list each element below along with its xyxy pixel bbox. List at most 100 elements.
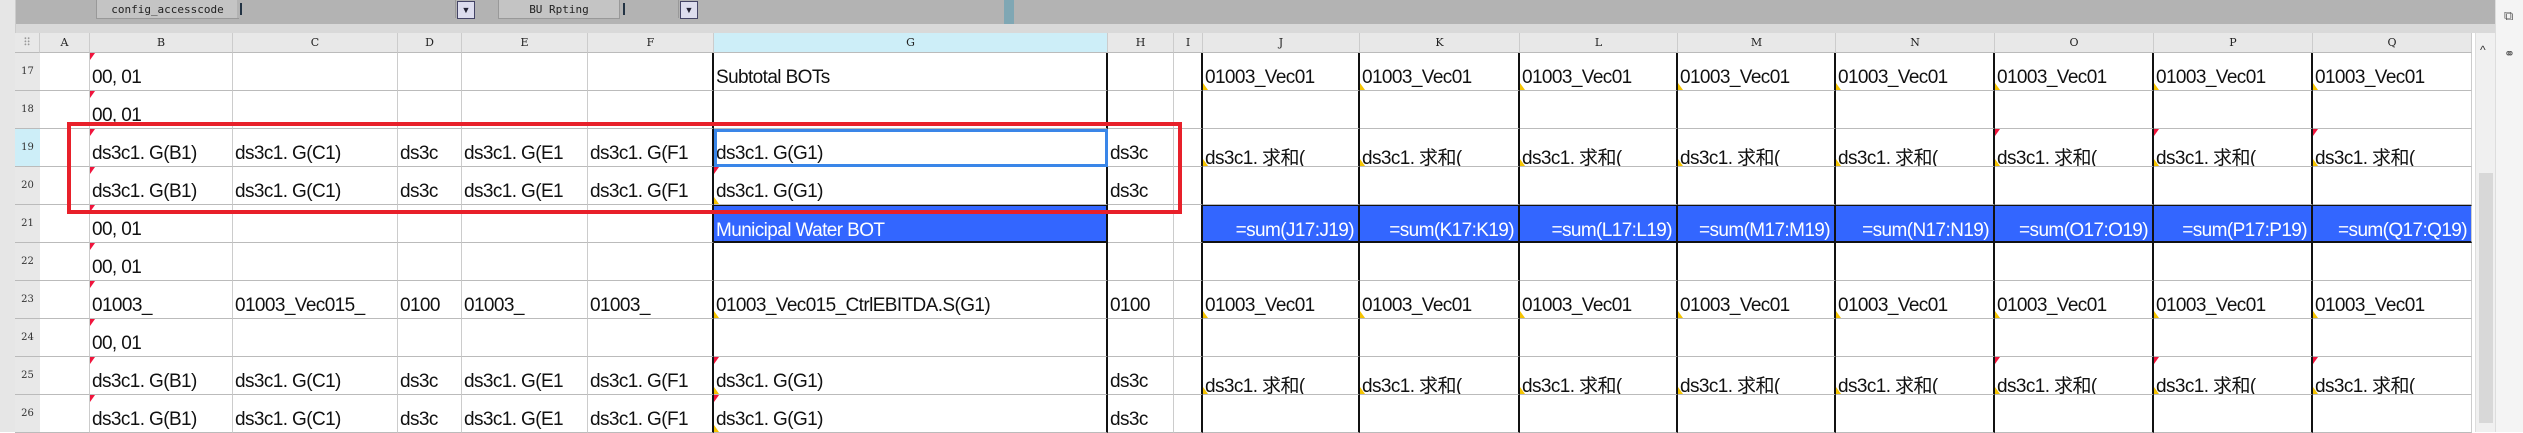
column-header-e[interactable]: E: [462, 33, 588, 53]
bu-rpting-dropdown-icon[interactable]: ▼: [680, 1, 698, 19]
cell-p17[interactable]: 01003_Vec01: [2154, 53, 2313, 91]
cell-f17[interactable]: [588, 53, 714, 91]
cell-l24[interactable]: [1520, 319, 1678, 357]
column-header-i[interactable]: I: [1174, 33, 1203, 53]
cell-d17[interactable]: [398, 53, 462, 91]
cell-k19[interactable]: ds3c1. 求和(: [1360, 129, 1520, 167]
cell-n25[interactable]: ds3c1. 求和(: [1836, 357, 1995, 395]
config-accesscode-input[interactable]: [237, 0, 456, 18]
cell-d24[interactable]: [398, 319, 462, 357]
cell-p22[interactable]: [2154, 243, 2313, 281]
cell-j20[interactable]: [1203, 167, 1360, 205]
cell-q18[interactable]: [2313, 91, 2472, 129]
column-header-f[interactable]: F: [588, 33, 714, 53]
cell-f22[interactable]: [588, 243, 714, 281]
column-header-g[interactable]: G: [714, 33, 1108, 53]
cell-a25[interactable]: [40, 357, 90, 395]
cell-m21[interactable]: =sum(M17:M19): [1678, 205, 1836, 243]
cell-l19[interactable]: ds3c1. 求和(: [1520, 129, 1678, 167]
cell-e17[interactable]: [462, 53, 588, 91]
cell-j21[interactable]: =sum(J17:J19): [1203, 205, 1360, 243]
cell-b26[interactable]: ds3c1. G(B1): [90, 395, 233, 433]
select-all-corner[interactable]: ⠿: [15, 33, 40, 53]
cell-p24[interactable]: [2154, 319, 2313, 357]
cell-l22[interactable]: [1520, 243, 1678, 281]
cell-g23[interactable]: 01003_Vec015_CtrlEBITDA.S(G1): [714, 281, 1108, 319]
row-header-24[interactable]: 24: [15, 319, 40, 357]
column-header-m[interactable]: M: [1678, 33, 1836, 53]
cell-d22[interactable]: [398, 243, 462, 281]
bu-rpting-input[interactable]: [620, 0, 679, 18]
cell-j22[interactable]: [1203, 243, 1360, 281]
cell-m18[interactable]: [1678, 91, 1836, 129]
column-header-a[interactable]: A: [40, 33, 90, 53]
column-header-q[interactable]: Q: [2313, 33, 2472, 53]
cell-i24[interactable]: [1174, 319, 1203, 357]
config-accesscode-dropdown-icon[interactable]: ▼: [457, 1, 475, 19]
cell-b23[interactable]: 01003_: [90, 281, 233, 319]
cell-p21[interactable]: =sum(P17:P19): [2154, 205, 2313, 243]
cell-k23[interactable]: 01003_Vec01: [1360, 281, 1520, 319]
row-header-18[interactable]: 18: [15, 91, 40, 129]
cell-o19[interactable]: ds3c1. 求和(: [1995, 129, 2154, 167]
cell-i25[interactable]: [1174, 357, 1203, 395]
cell-o17[interactable]: 01003_Vec01: [1995, 53, 2154, 91]
cell-g22[interactable]: [714, 243, 1108, 281]
cell-q25[interactable]: ds3c1. 求和(: [2313, 357, 2472, 395]
column-header-k[interactable]: K: [1360, 33, 1520, 53]
cell-o24[interactable]: [1995, 319, 2154, 357]
scrollbar-thumb[interactable]: [2479, 173, 2493, 423]
link-icon[interactable]: ⚭: [2504, 46, 2515, 62]
cell-g25[interactable]: ds3c1. G(G1): [714, 357, 1108, 395]
row-header-25[interactable]: 25: [15, 357, 40, 395]
row-header-17[interactable]: 17: [15, 53, 40, 91]
cell-i17[interactable]: [1174, 53, 1203, 91]
cell-l26[interactable]: [1520, 395, 1678, 433]
cell-i26[interactable]: [1174, 395, 1203, 433]
cell-e24[interactable]: [462, 319, 588, 357]
cell-e23[interactable]: 01003_: [462, 281, 588, 319]
column-header-h[interactable]: H: [1108, 33, 1174, 53]
panel-icon[interactable]: ⧉: [2504, 8, 2513, 24]
cell-m23[interactable]: 01003_Vec01: [1678, 281, 1836, 319]
column-header-n[interactable]: N: [1836, 33, 1995, 53]
cell-f23[interactable]: 01003_: [588, 281, 714, 319]
cell-q24[interactable]: [2313, 319, 2472, 357]
cell-j18[interactable]: [1203, 91, 1360, 129]
cell-q20[interactable]: [2313, 167, 2472, 205]
cell-j19[interactable]: ds3c1. 求和(: [1203, 129, 1360, 167]
cell-n21[interactable]: =sum(N17:N19): [1836, 205, 1995, 243]
cell-i23[interactable]: [1174, 281, 1203, 319]
row-header-26[interactable]: 26: [15, 395, 40, 433]
cell-q23[interactable]: 01003_Vec01: [2313, 281, 2472, 319]
cell-j17[interactable]: 01003_Vec01: [1203, 53, 1360, 91]
cell-k18[interactable]: [1360, 91, 1520, 129]
cell-e26[interactable]: ds3c1. G(E1: [462, 395, 588, 433]
cell-b17[interactable]: 00, 01: [90, 53, 233, 91]
cell-n17[interactable]: 01003_Vec01: [1836, 53, 1995, 91]
column-header-o[interactable]: O: [1995, 33, 2154, 53]
cell-b25[interactable]: ds3c1. G(B1): [90, 357, 233, 395]
cell-c17[interactable]: [233, 53, 398, 91]
cell-l21[interactable]: =sum(L17:L19): [1520, 205, 1678, 243]
cell-m22[interactable]: [1678, 243, 1836, 281]
cell-m26[interactable]: [1678, 395, 1836, 433]
cell-i22[interactable]: [1174, 243, 1203, 281]
column-header-j[interactable]: J: [1203, 33, 1360, 53]
cell-q17[interactable]: 01003_Vec01: [2313, 53, 2472, 91]
cell-h22[interactable]: [1108, 243, 1174, 281]
cell-o21[interactable]: =sum(O17:O19): [1995, 205, 2154, 243]
cell-f25[interactable]: ds3c1. G(F1: [588, 357, 714, 395]
cell-p23[interactable]: 01003_Vec01: [2154, 281, 2313, 319]
cell-b22[interactable]: 00, 01: [90, 243, 233, 281]
cell-d26[interactable]: ds3c: [398, 395, 462, 433]
cell-m17[interactable]: 01003_Vec01: [1678, 53, 1836, 91]
scroll-up-icon[interactable]: ^: [2480, 43, 2486, 57]
cell-p25[interactable]: ds3c1. 求和(: [2154, 357, 2313, 395]
cell-n26[interactable]: [1836, 395, 1995, 433]
cell-j25[interactable]: ds3c1. 求和(: [1203, 357, 1360, 395]
column-header-d[interactable]: D: [398, 33, 462, 53]
cell-l17[interactable]: 01003_Vec01: [1520, 53, 1678, 91]
column-header-p[interactable]: P: [2154, 33, 2313, 53]
cell-d23[interactable]: 0100: [398, 281, 462, 319]
